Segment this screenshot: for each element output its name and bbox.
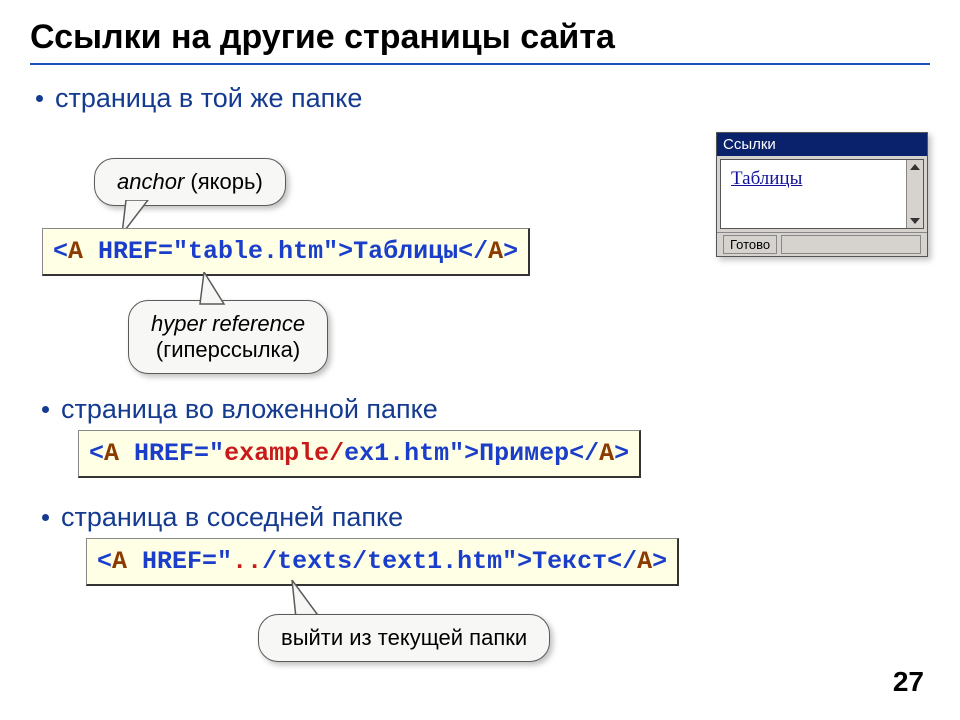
code3-lt2: </ — [607, 547, 637, 576]
mini-browser-link[interactable]: Таблицы — [731, 168, 802, 189]
bullet-2: страница во вложенной папке — [42, 394, 438, 425]
bullet-dot-icon — [42, 514, 49, 521]
mini-browser-scrollbar[interactable] — [906, 160, 923, 228]
bullet-3: страница в соседней папке — [42, 502, 403, 533]
code2-lt: < — [89, 439, 104, 468]
bullet-3-text: страница в соседней папке — [61, 502, 403, 533]
slide-title: Ссылки на другие страницы сайта — [30, 18, 930, 57]
code-example-3: <A HREF="../texts/text1.htm">Текст</A> — [86, 538, 679, 586]
bullet-dot-icon — [36, 95, 43, 102]
callout-hyper-plain: (гиперссылка) — [151, 337, 305, 363]
mini-browser-titlebar: Ссылки — [717, 133, 927, 156]
callout-exit-text: выйти из текущей папки — [281, 625, 527, 650]
code1-lt: < — [53, 237, 68, 266]
code1-gt: > — [338, 237, 353, 266]
code-example-1: <A HREF="table.htm">Таблицы</A> — [42, 228, 530, 276]
code3-tag-a-close: A — [637, 547, 652, 576]
code3-gt2: > — [652, 547, 667, 576]
callout-anchor-italic: anchor — [117, 169, 184, 194]
bullet-dot-icon — [42, 406, 49, 413]
code3-href: HREF=" — [127, 547, 232, 576]
code3-dots: .. — [232, 547, 262, 576]
code3-tag-a: A — [112, 547, 127, 576]
code2-tag-a: A — [104, 439, 119, 468]
bullet-1-text: страница в той же папке — [55, 83, 362, 114]
page-number: 27 — [893, 666, 924, 698]
code3-lt: < — [97, 547, 112, 576]
code3-rest: /texts/text1.htm"> — [262, 547, 532, 576]
mini-browser-status-spacer — [781, 235, 921, 254]
code3-linktext: Текст — [532, 547, 607, 576]
code2-href: HREF=" — [119, 439, 224, 468]
callout-exit: выйти из текущей папки — [258, 614, 550, 662]
code1-url: "table.htm" — [173, 237, 338, 266]
code2-folder: example/ — [224, 439, 344, 468]
callout-hyper-italic: hyper reference — [151, 311, 305, 337]
code2-lt2: </ — [569, 439, 599, 468]
mini-browser-body: Таблицы — [720, 159, 924, 229]
code2-rest: ex1.htm"> — [344, 439, 479, 468]
callout-anchor: anchor (якорь) — [94, 158, 286, 206]
code2-gt2: > — [614, 439, 629, 468]
mini-browser-statusbar: Готово — [717, 232, 927, 256]
mini-browser-window: Ссылки Таблицы Готово — [716, 132, 928, 257]
bullet-2-text: страница во вложенной папке — [61, 394, 438, 425]
code1-tag-a: A — [68, 237, 83, 266]
callout-hyper: hyper reference (гиперссылка) — [128, 300, 328, 374]
code1-lt2: </ — [458, 237, 488, 266]
code1-gt2: > — [503, 237, 518, 266]
code1-tag-a-close: A — [488, 237, 503, 266]
code1-href: HREF= — [83, 237, 173, 266]
title-underline — [30, 63, 930, 65]
callout-anchor-plain: (якорь) — [184, 169, 262, 194]
callout-hyper-tail-icon — [196, 272, 244, 306]
code2-linktext: Пример — [479, 439, 569, 468]
code2-tag-a-close: A — [599, 439, 614, 468]
bullet-1: страница в той же папке — [36, 83, 930, 114]
code1-linktext: Таблицы — [353, 237, 458, 266]
mini-browser-status-text: Готово — [723, 235, 777, 254]
code-example-2: <A HREF="example/ex1.htm">Пример</A> — [78, 430, 641, 478]
